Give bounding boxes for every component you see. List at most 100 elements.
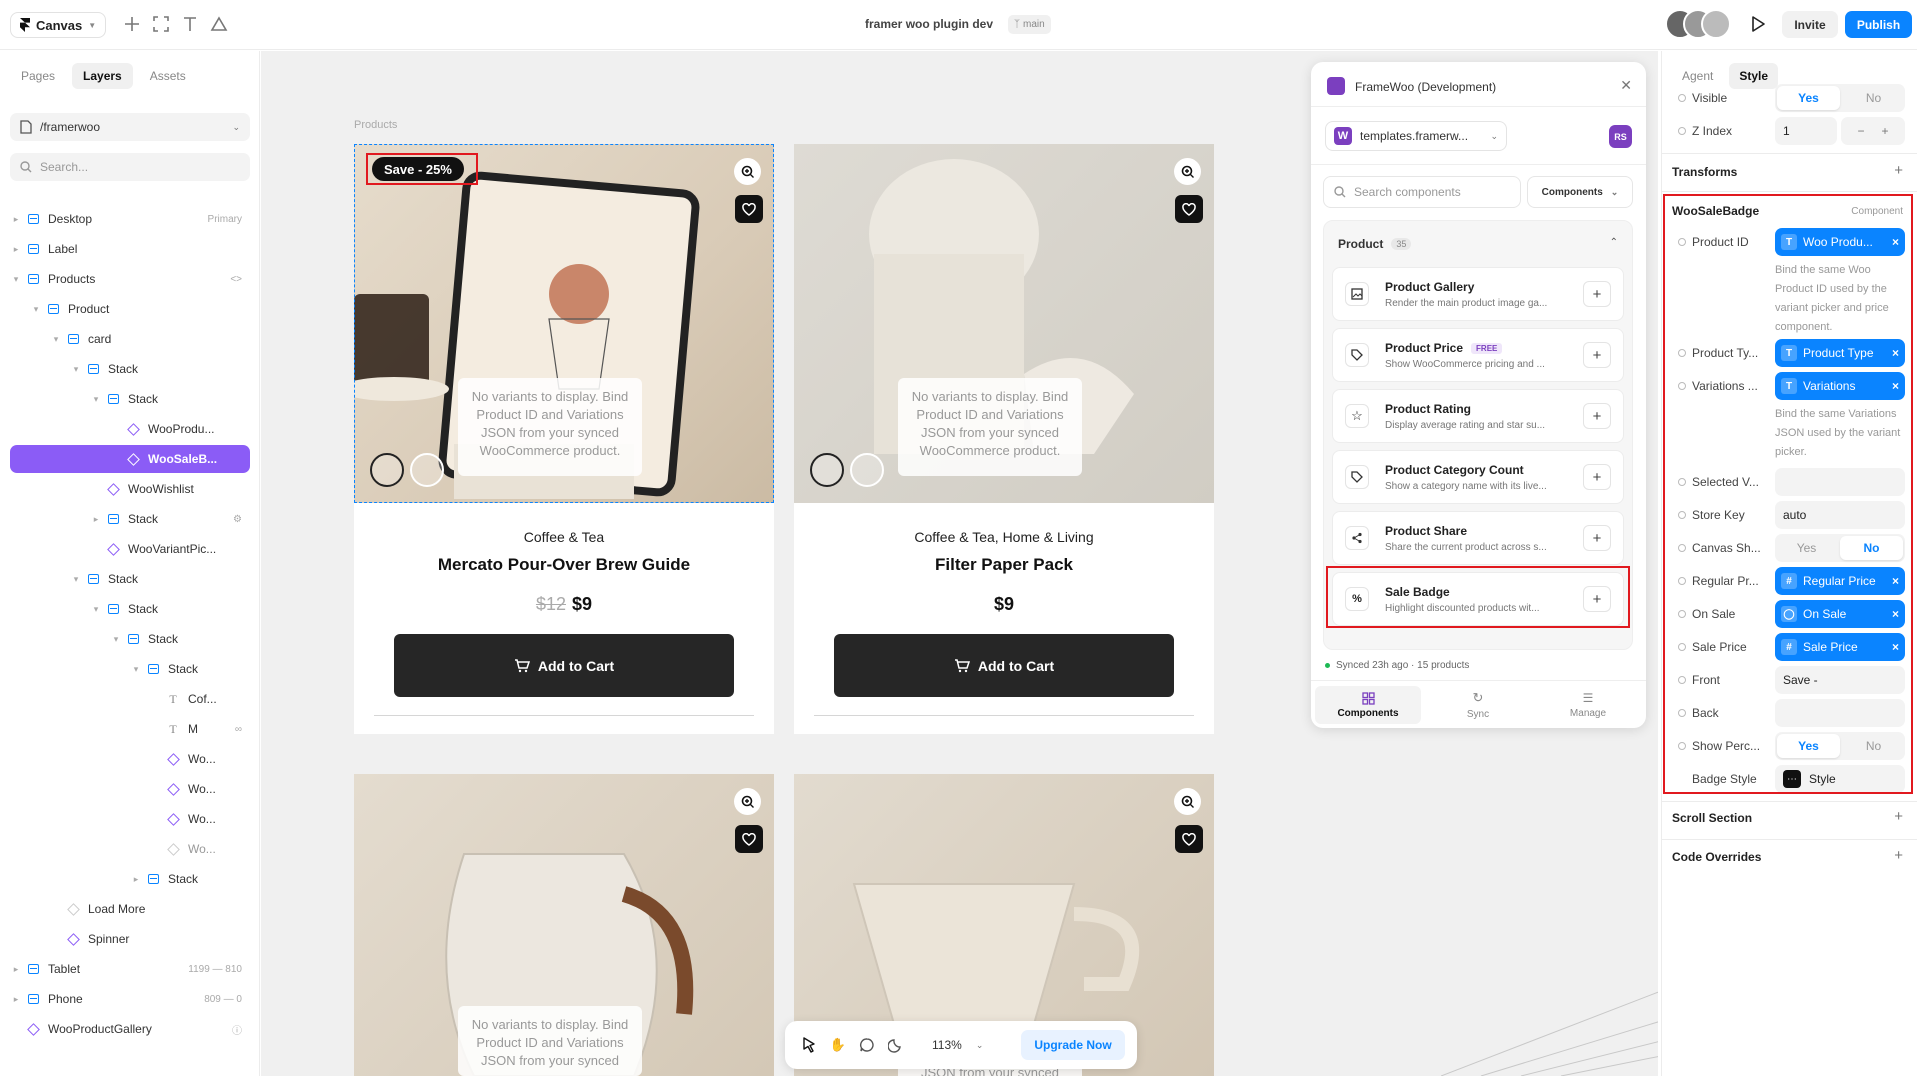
layer-row[interactable]: WooProductGallery ⓘ — [10, 1015, 250, 1043]
moon-icon[interactable] — [884, 1033, 908, 1057]
chevron-down-icon[interactable]: ▾ — [70, 364, 82, 375]
tab-layers[interactable]: Layers — [72, 63, 133, 89]
layer-row[interactable]: ▸ Stack ⚙ — [10, 505, 250, 533]
layers-search-input[interactable]: Search... — [10, 153, 250, 181]
layer-row[interactable]: T M ∞ — [10, 715, 250, 743]
tab-assets[interactable]: Assets — [139, 63, 197, 89]
layer-row[interactable]: ▸ Desktop Primary — [10, 205, 250, 233]
tab-style[interactable]: Style — [1729, 63, 1779, 89]
layer-row[interactable]: ▾ Stack — [10, 595, 250, 623]
upgrade-button[interactable]: Upgrade Now — [1021, 1030, 1125, 1060]
chevron-up-icon[interactable]: ⌃ — [1610, 237, 1618, 248]
layer-row[interactable]: ▸ Label — [10, 235, 250, 263]
variant-swatch[interactable] — [810, 453, 844, 487]
layer-row[interactable]: Spinner — [10, 925, 250, 953]
component-search-input[interactable]: Search components — [1323, 176, 1521, 208]
chevron-down-icon[interactable]: ▾ — [90, 604, 102, 615]
wishlist-heart-icon[interactable] — [735, 825, 763, 853]
branch-badge[interactable]: ᛉ main — [1008, 15, 1051, 34]
hand-icon[interactable]: ✋ — [826, 1033, 850, 1057]
zoom-in-icon[interactable] — [1174, 158, 1201, 185]
variant-swatch[interactable] — [850, 453, 884, 487]
tab-components[interactable]: Components — [1315, 686, 1421, 724]
add-component-button[interactable]: + — [1583, 464, 1611, 490]
insert-icon[interactable] — [121, 13, 143, 35]
add-component-button[interactable]: + — [1583, 342, 1611, 368]
chevron-right-icon[interactable]: ▸ — [90, 514, 102, 525]
component-item[interactable]: Product Gallery Render the main product … — [1332, 267, 1624, 321]
component-item[interactable]: Product Price FREE Show WooCommerce prici… — [1332, 328, 1624, 382]
collaborator-avatars[interactable] — [1665, 9, 1735, 39]
layer-row[interactable]: T Cof... — [10, 685, 250, 713]
chevron-down-icon[interactable]: ▾ — [130, 664, 142, 675]
add-component-button[interactable]: + — [1583, 525, 1611, 551]
layer-row[interactable]: ▾ Products <> — [10, 265, 250, 293]
page-selector[interactable]: /framerwoo ⌄ — [10, 113, 250, 141]
chevron-right-icon[interactable]: ▸ — [10, 214, 22, 225]
zoom-in-icon[interactable] — [734, 788, 761, 815]
no-option[interactable]: No — [1842, 84, 1905, 112]
tab-pages[interactable]: Pages — [10, 63, 66, 89]
zoom-level-dropdown[interactable]: 113% ⌄ — [932, 1032, 1002, 1058]
vector-icon[interactable] — [208, 13, 230, 35]
add-component-button[interactable]: + — [1583, 281, 1611, 307]
wishlist-heart-icon[interactable] — [1175, 195, 1203, 223]
scroll-section[interactable]: Scroll Section — [1672, 811, 1752, 825]
layer-row[interactable]: ▾ Stack — [10, 385, 250, 413]
zoom-in-icon[interactable] — [1174, 788, 1201, 815]
add-to-cart-button[interactable]: Add to Cart — [394, 634, 734, 697]
chevron-right-icon[interactable]: ▸ — [10, 964, 22, 975]
pointer-icon[interactable] — [797, 1033, 821, 1057]
layer-row[interactable]: WooProdu... — [10, 415, 250, 443]
zindex-stepper[interactable]: − + — [1841, 117, 1905, 145]
add-to-cart-button[interactable]: Add to Cart — [834, 634, 1174, 697]
product-card[interactable]: No variants to display. Bind Product ID … — [354, 774, 774, 1076]
component-item[interactable]: Product Category Count Show a category n… — [1332, 450, 1624, 504]
layer-row[interactable]: Wo... — [10, 835, 250, 863]
layer-row[interactable]: WooWishlist — [10, 475, 250, 503]
layer-row[interactable]: ▸ Phone 809 — 0 — [10, 985, 250, 1013]
close-icon[interactable]: ✕ — [1620, 77, 1632, 94]
plus-icon[interactable]: + — [1894, 847, 1903, 864]
publish-button[interactable]: Publish — [1845, 11, 1912, 38]
layer-row-selected[interactable]: WooSaleB... — [10, 445, 250, 473]
tab-manage[interactable]: ☰ Manage — [1535, 686, 1641, 724]
tab-sync[interactable]: ↻ Sync — [1425, 686, 1531, 724]
wishlist-heart-icon[interactable] — [1175, 825, 1203, 853]
product-card[interactable]: Save - 25% No variants to display. Bind … — [354, 144, 774, 734]
property-dot-icon[interactable] — [1678, 94, 1686, 102]
chevron-down-icon[interactable]: ▾ — [10, 274, 22, 285]
component-item[interactable]: Product Share Share the current product … — [1332, 511, 1624, 565]
layer-row[interactable]: Wo... — [10, 745, 250, 773]
component-item[interactable]: ☆ Product Rating Display average rating … — [1332, 389, 1624, 443]
layer-row[interactable]: Load More — [10, 895, 250, 923]
preview-play-icon[interactable] — [1746, 12, 1770, 36]
canvas-menu-button[interactable]: Canvas ▼ — [10, 12, 107, 38]
product-card[interactable]: No variants to display. Bind Product ID … — [794, 144, 1214, 734]
transforms-section[interactable]: Transforms — [1672, 165, 1737, 179]
minus-icon[interactable]: − — [1857, 124, 1864, 138]
chevron-down-icon[interactable]: ▾ — [90, 394, 102, 405]
layer-row[interactable]: WooVariantPic... — [10, 535, 250, 563]
add-component-button[interactable]: + — [1583, 403, 1611, 429]
document-title[interactable]: framer woo plugin dev — [865, 17, 993, 31]
layer-row[interactable]: ▾ Stack — [10, 625, 250, 653]
layer-row[interactable]: ▸ Tablet 1199 — 810 — [10, 955, 250, 983]
visible-toggle[interactable]: Yes No — [1775, 84, 1905, 112]
layer-row[interactable]: ▾ Product — [10, 295, 250, 323]
chevron-right-icon[interactable]: ▸ — [10, 244, 22, 255]
chevron-down-icon[interactable]: ▾ — [30, 304, 42, 315]
component-filter-dropdown[interactable]: Components ⌄ — [1527, 176, 1633, 208]
layer-row[interactable]: ▾ Stack — [10, 565, 250, 593]
plus-icon[interactable]: + — [1881, 124, 1888, 138]
property-dot-icon[interactable] — [1678, 127, 1686, 135]
site-selector[interactable]: W templates.framerw... ⌄ — [1325, 121, 1507, 151]
yes-option[interactable]: Yes — [1777, 86, 1840, 110]
frame-icon[interactable] — [150, 13, 172, 35]
zindex-input[interactable]: 1 — [1775, 117, 1837, 145]
invite-button[interactable]: Invite — [1782, 11, 1838, 38]
layer-row[interactable]: ▸ Stack — [10, 865, 250, 893]
chevron-right-icon[interactable]: ▸ — [130, 874, 142, 885]
section-header[interactable]: Product 35 — [1338, 237, 1412, 251]
comment-icon[interactable] — [855, 1033, 879, 1057]
